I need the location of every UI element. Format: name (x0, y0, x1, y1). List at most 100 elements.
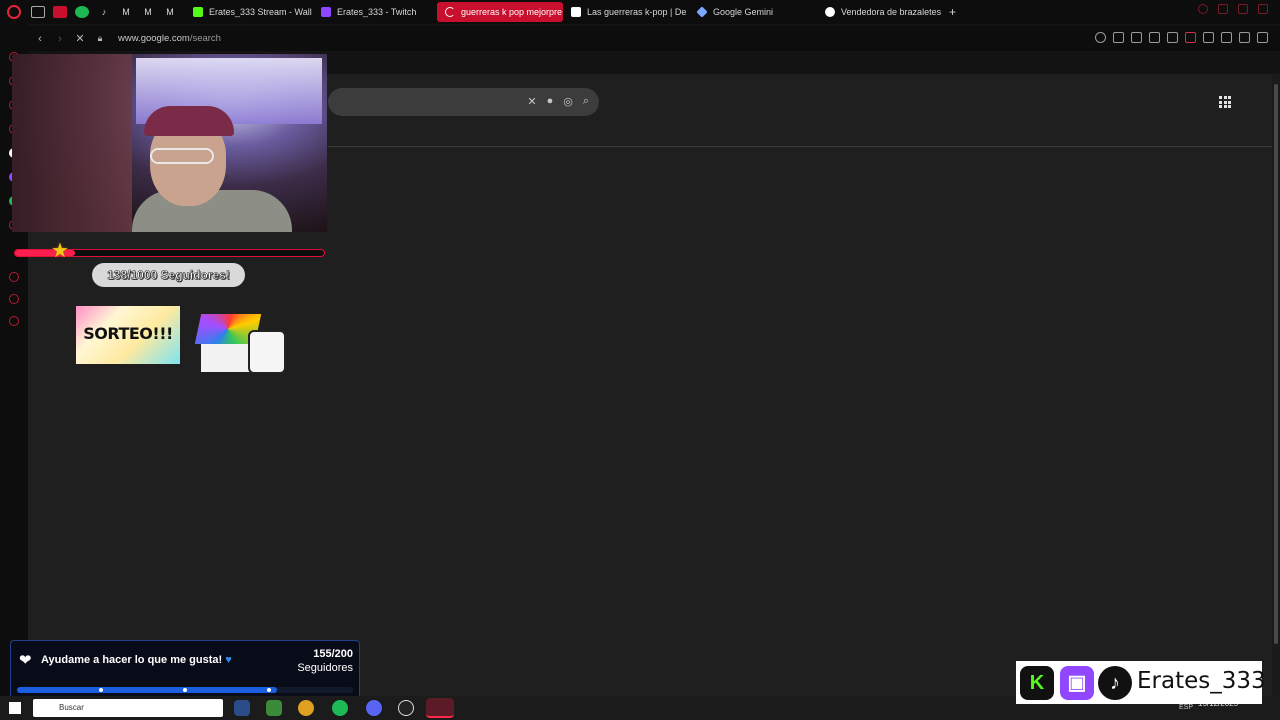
screen: ♪ M M M Erates_333 Stream - Wall Erates_… (0, 0, 1280, 720)
twitch-icon (321, 7, 331, 17)
settings-icon[interactable] (9, 316, 19, 326)
search-icon[interactable]: ⌕ (583, 95, 589, 108)
discord-icon[interactable] (366, 700, 382, 716)
console-controller (248, 330, 286, 374)
toolbar-icons (1095, 32, 1268, 43)
giveaway-text: SORTEO!!! (83, 324, 173, 343)
address-bar: ‹ › ✕ 🔒︎ www.google.com/search (28, 26, 1280, 51)
support-goal-fill (17, 687, 278, 693)
gmail-pinned-icon[interactable]: M (119, 6, 133, 18)
clear-icon[interactable]: ✕ (527, 95, 536, 108)
brush-icon[interactable] (1185, 32, 1196, 43)
forward-icon[interactable]: › (52, 33, 68, 45)
support-goal-unit: Seguidores (297, 662, 353, 674)
scroll-thumb[interactable] (1274, 84, 1278, 644)
twitch-icon: ▣ (1060, 666, 1094, 700)
opera-menu-icon[interactable] (7, 5, 21, 19)
minimize-icon[interactable] (1218, 4, 1228, 14)
heart-icon: ❤︎ (19, 652, 32, 669)
tab-google-search[interactable]: guerreras k pop mejorpre (437, 2, 563, 22)
social-handle-badge: K ▣ ♪ Erates_333 (1016, 661, 1266, 704)
menu-icon[interactable] (1257, 32, 1268, 43)
maximize-icon[interactable] (1238, 4, 1248, 14)
url-host: www.google.com (118, 33, 190, 44)
back-icon[interactable]: ‹ (32, 33, 48, 45)
taskbar-app-icon[interactable] (298, 700, 314, 716)
reload-icon[interactable]: ✕ (72, 32, 88, 45)
lock-icon: 🔒︎ (97, 33, 103, 43)
milestone-dot (99, 688, 103, 692)
support-goal-bar (17, 687, 353, 693)
tab-label: guerreras k pop mejorpre (461, 7, 563, 17)
webcam-feed (12, 54, 327, 232)
search-actions: ✕ ● ◎ ⌕ (527, 95, 589, 108)
google-icon (825, 7, 835, 17)
url-path: /search (189, 33, 221, 44)
heart-icon[interactable] (1167, 32, 1178, 43)
extensions-icon[interactable] (1203, 32, 1214, 43)
snapshot-icon[interactable] (1131, 32, 1142, 43)
divider (328, 146, 1272, 147)
obs-icon[interactable] (398, 700, 414, 716)
clock-icon[interactable] (9, 294, 19, 304)
giveaway-banner: SORTEO!!! (76, 306, 180, 364)
url-field[interactable]: www.google.com/search (118, 33, 221, 44)
taskbar-app-icon[interactable] (332, 700, 348, 716)
pinned-tab-icon[interactable] (53, 6, 67, 18)
support-goal-value: 155/200 (313, 648, 353, 660)
kick-icon: K (1020, 666, 1054, 700)
profile-icon[interactable] (1221, 32, 1232, 43)
support-goal-widget: ❤︎ Ayudame a hacer lo que me gusta! ♥ 15… (10, 640, 360, 700)
google-apps-icon[interactable] (1219, 96, 1231, 108)
tab-label: Erates_333 - Twitch (337, 7, 417, 17)
tab-kick[interactable]: Erates_333 Stream - Wall (185, 2, 313, 22)
milestone-dot (183, 688, 187, 692)
keyboard-language[interactable]: ESP (1179, 704, 1193, 711)
wikipedia-icon (571, 7, 581, 17)
zoom-icon[interactable] (1095, 32, 1106, 43)
play-icon[interactable] (1149, 32, 1160, 43)
tab-bar: ♪ M M M Erates_333 Stream - Wall Erates_… (0, 0, 1280, 24)
search-input[interactable]: ✕ ● ◎ ⌕ (328, 88, 599, 116)
tab-twitch[interactable]: Erates_333 - Twitch (313, 2, 437, 22)
pinned-tab-icon[interactable] (75, 6, 89, 18)
gmail-pinned-icon[interactable]: M (163, 6, 177, 18)
streamer-glasses (150, 148, 214, 164)
tiktok-pinned-icon[interactable]: ♪ (97, 6, 111, 18)
tab-google[interactable]: Vendedora de brazaletes (817, 2, 941, 22)
pin-icon[interactable] (1113, 32, 1124, 43)
close-icon[interactable] (1258, 4, 1268, 14)
pinned-tab-icon[interactable] (31, 6, 45, 18)
tiktok-icon: ♪ (1098, 666, 1132, 700)
history-icon[interactable] (9, 272, 19, 282)
download-icon[interactable] (1239, 32, 1250, 43)
lens-icon[interactable]: ◎ (563, 95, 573, 108)
windows-start-icon[interactable] (9, 702, 21, 714)
gmail-pinned-icon[interactable]: M (141, 6, 155, 18)
taskbar-app-icon[interactable] (266, 700, 282, 716)
tab-wikipedia[interactable]: Las guerreras k-pop | De (563, 2, 689, 22)
blue-heart-icon: ♥ (225, 654, 232, 666)
wall (12, 54, 132, 232)
support-goal-count: 155/200 Seguidores (297, 647, 353, 675)
scrollbar[interactable] (1272, 74, 1280, 696)
support-goal-message: Ayudame a hacer lo que me gusta! ♥ (41, 654, 232, 666)
opera-taskbar-icon[interactable] (426, 698, 454, 718)
microphone-icon[interactable]: ● (547, 95, 554, 108)
tab-label: Erates_333 Stream - Wall (209, 7, 312, 17)
window-controls (1198, 4, 1268, 14)
tab-label: Vendedora de brazaletes (841, 7, 941, 17)
streamer-cap (144, 106, 234, 136)
streamer-handle: Erates_333 (1137, 668, 1266, 694)
tab-gemini[interactable]: Google Gemini (689, 2, 817, 22)
taskbar-app-icon[interactable] (234, 700, 250, 716)
taskbar-search[interactable]: Buscar (33, 699, 223, 717)
kick-icon (193, 7, 203, 17)
tab-label: Las guerreras k-pop | De (587, 7, 687, 17)
new-tab-button[interactable]: + (941, 2, 964, 22)
loading-spinner-icon (445, 7, 455, 17)
tab-label: Google Gemini (713, 7, 774, 17)
gemini-icon (696, 6, 708, 18)
search-tabs-icon[interactable] (1198, 4, 1208, 14)
follower-goal-label: 138/1000 Seguidores! (92, 263, 245, 287)
